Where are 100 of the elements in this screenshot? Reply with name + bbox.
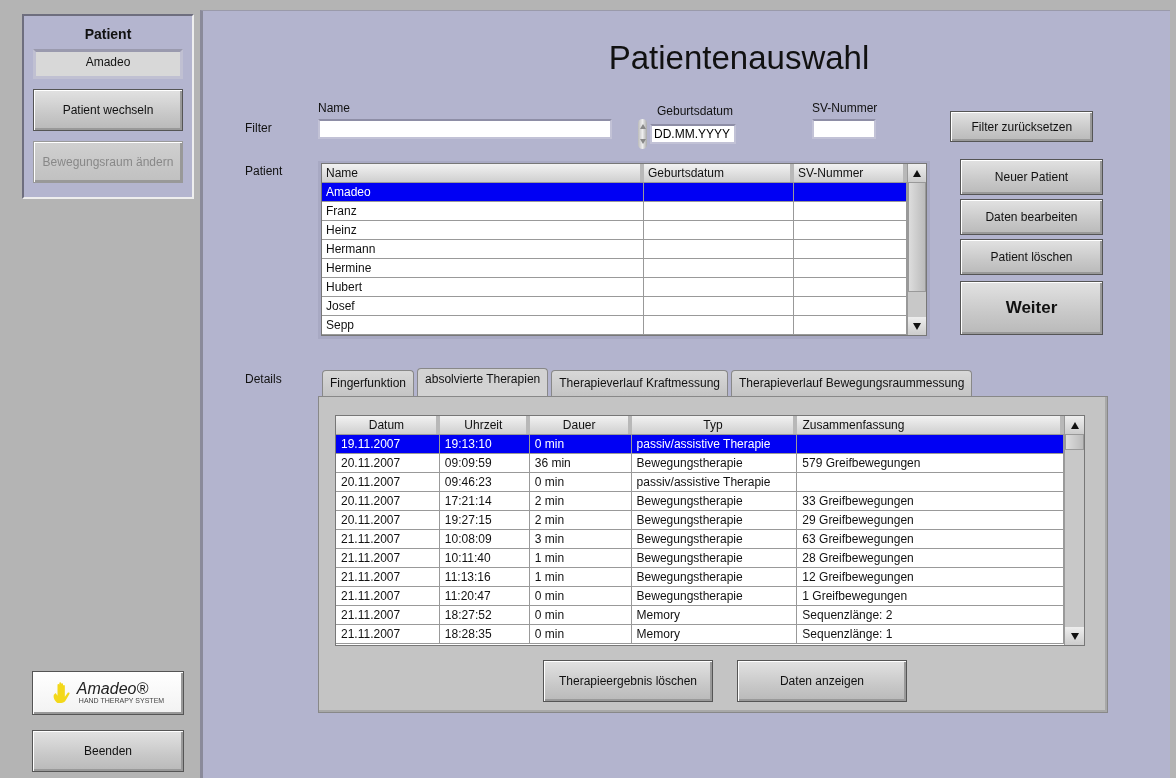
action-button[interactable]: Daten anzeigen [737, 660, 907, 702]
panel-title: Patient [83, 26, 133, 42]
patient-display: Amadeo [33, 49, 183, 79]
table-cell: 36 min [529, 454, 632, 472]
date-field[interactable]: DD.MM.YYYY [650, 124, 736, 144]
table-row[interactable]: Amadeo [322, 183, 907, 202]
table-cell: 33 Greifbewegungen [797, 492, 1064, 510]
logo-name: Amadeo® [76, 681, 149, 697]
row-label: Filter [245, 121, 273, 135]
table-row[interactable]: 20.11.2007 09:46:23 0 min passiv/assistive Therapie [336, 473, 1064, 492]
table-cell: 0 min [529, 587, 632, 605]
table-cell: 10:08:09 [439, 530, 530, 548]
table-cell: 19:13:10 [439, 435, 530, 453]
table-cell: passiv/assistive Therapie [631, 473, 798, 491]
table-row[interactable]: Hermine [322, 259, 907, 278]
table-cell: 18:27:52 [439, 606, 530, 624]
row-label: Patient [245, 164, 284, 178]
table-cell: 20.11.2007 [336, 511, 440, 529]
table-cell: 29 Greifbewegungen [797, 511, 1064, 529]
table-cell: Bewegungstherapie [631, 492, 798, 510]
table-row[interactable]: 21.11.2007 11:20:47 0 min Bewegungstherapie 1 Greifbewegungen [336, 587, 1064, 606]
table-row[interactable]: 21.11.2007 18:28:35 0 min Memory Sequenzlänge: 1 [336, 625, 1064, 644]
table-row[interactable]: Franz [322, 202, 907, 221]
table-cell: passiv/assistive Therapie [631, 435, 798, 453]
table-cell: 11:13:16 [439, 568, 530, 586]
table-row[interactable]: Josef [322, 297, 907, 316]
tab[interactable]: Fingerfunktion [322, 370, 415, 396]
table-row[interactable]: 20.11.2007 09:09:59 36 min Bewegungstherapie 579 Greifbewegungen [336, 454, 1064, 473]
table-row[interactable]: 21.11.2007 11:13:16 1 min Bewegungstherapie 12 Greifbewegungen [336, 568, 1064, 587]
table-cell: 09:46:23 [439, 473, 530, 491]
arrow-down-icon [1070, 632, 1079, 640]
table-cell: 21.11.2007 [336, 587, 440, 605]
table-row[interactable]: 19.11.2007 19:13:10 0 min passiv/assistive Therapie [336, 435, 1064, 454]
table-row[interactable]: Heinz [322, 221, 907, 240]
scrollbar[interactable] [1064, 416, 1084, 645]
scrollbar[interactable] [907, 164, 926, 335]
table-cell: 2 min [529, 511, 632, 529]
table-cell: 12 Greifbewegungen [797, 568, 1064, 586]
table-cell: 1 min [529, 549, 632, 567]
table-cell: 579 Greifbewegungen [797, 454, 1064, 472]
arrow-down-icon [913, 322, 921, 330]
table-cell: 20.11.2007 [336, 492, 440, 510]
table-row[interactable]: 20.11.2007 17:21:14 2 min Bewegungstherapie 33 Greifbewegungen [336, 492, 1064, 511]
table-cell: 1 Greifbewegungen [797, 587, 1064, 605]
table-row[interactable]: 21.11.2007 10:11:40 1 min Bewegungstherapie 28 Greifbewegungen [336, 549, 1064, 568]
table-cell: 21.11.2007 [336, 568, 440, 586]
table-row[interactable]: Hermann [322, 240, 907, 259]
action-button[interactable]: Therapieergebnis löschen [543, 660, 713, 702]
table-cell: 19:27:15 [439, 511, 530, 529]
table-cell: Memory [631, 625, 798, 643]
table-cell: 2 min [529, 492, 632, 510]
table-row[interactable]: 21.11.2007 18:27:52 0 min Memory Sequenzlänge: 2 [336, 606, 1064, 625]
sidebar-button[interactable]: Patient wechseln [33, 89, 183, 131]
table-cell: Hermine [322, 259, 644, 277]
action-button[interactable]: Daten bearbeiten [960, 199, 1103, 235]
table-cell: 0 min [529, 473, 632, 491]
tab[interactable]: Therapieverlauf Bewegungsraummessung [731, 370, 973, 396]
table-row[interactable]: Hubert [322, 278, 907, 297]
tab[interactable]: Therapieverlauf Kraftmessung [551, 370, 728, 396]
table-cell: 0 min [529, 435, 632, 453]
row-label: Details [245, 372, 283, 386]
table-cell: 63 Greifbewegungen [797, 530, 1064, 548]
table-cell: Bewegungstherapie [631, 454, 798, 472]
table-cell: Hubert [322, 278, 644, 296]
table-cell: Bewegungstherapie [631, 568, 798, 586]
table-cell: 18:28:35 [439, 625, 530, 643]
table-cell: 21.11.2007 [336, 606, 440, 624]
action-button[interactable]: Patient löschen [960, 239, 1103, 275]
action-button[interactable]: Neuer Patient [960, 159, 1103, 195]
table-cell: 20.11.2007 [336, 473, 440, 491]
table-cell: Josef [322, 297, 644, 315]
spinner-control[interactable] [638, 119, 647, 149]
table-row[interactable]: 21.11.2007 10:08:09 3 min Bewegungstherapie 63 Greifbewegungen [336, 530, 1064, 549]
table-cell: Sequenzlänge: 2 [797, 606, 1064, 624]
table-cell: 21.11.2007 [336, 625, 440, 643]
table-row[interactable]: 20.11.2007 19:27:15 2 min Bewegungstherapie 29 Greifbewegungen [336, 511, 1064, 530]
table-cell: Sepp [322, 316, 644, 334]
table-cell: 3 min [529, 530, 632, 548]
table-cell: Memory [631, 606, 798, 624]
reset-filter-button[interactable]: Filter zurücksetzen [950, 111, 1094, 142]
table-cell: Hermann [322, 240, 644, 258]
field-label: Geburtsdatum [655, 104, 734, 119]
table-cell: Bewegungstherapie [631, 587, 798, 605]
scroll-thumb[interactable] [908, 182, 926, 292]
table-cell: 0 min [529, 606, 632, 624]
table-cell: Sequenzlänge: 1 [797, 625, 1064, 643]
table-cell: Amadeo [322, 183, 644, 201]
exit-button[interactable]: Beenden [32, 730, 184, 772]
table-cell: Bewegungstherapie [631, 511, 798, 529]
table-row[interactable]: Sepp [322, 316, 907, 335]
table-cell: 0 min [529, 625, 632, 643]
name-field[interactable] [318, 119, 612, 139]
field-label: SV-Nummer [812, 101, 878, 117]
table-cell: 21.11.2007 [336, 549, 440, 567]
next-button[interactable]: Weiter [960, 281, 1103, 335]
field-label: Name [318, 101, 351, 117]
table-cell: 11:20:47 [439, 587, 530, 605]
tab[interactable]: absolvierte Therapien [417, 368, 549, 396]
scroll-thumb[interactable] [1065, 434, 1084, 450]
sv-field[interactable] [812, 119, 876, 139]
